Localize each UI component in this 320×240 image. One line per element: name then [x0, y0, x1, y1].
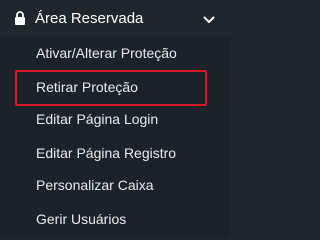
submenu-item-label: Retirar Proteção — [36, 79, 138, 95]
chevron-down-icon[interactable] — [203, 12, 215, 23]
submenu-item-retirar-protecao[interactable]: Retirar Proteção — [0, 72, 230, 104]
sidebar-panel: Área Reservada Ativar/Alterar Proteção R… — [0, 0, 230, 237]
submenu-item-label: Editar Página Login — [36, 111, 159, 127]
submenu-item-editar-pagina-registro[interactable]: Editar Página Registro — [0, 138, 230, 170]
submenu-item-label: Gerir Usuários — [36, 211, 127, 227]
submenu-item-gerir-usuarios[interactable]: Gerir Usuários — [0, 204, 230, 236]
section-title: Área Reservada — [35, 10, 144, 27]
submenu-item-editar-pagina-login[interactable]: Editar Página Login — [0, 104, 230, 136]
submenu: Ativar/Alterar Proteção Retirar Proteção… — [0, 38, 230, 237]
submenu-item-personalizar-caixa[interactable]: Personalizar Caixa — [0, 170, 230, 202]
submenu-item-label: Ativar/Alterar Proteção — [36, 45, 177, 61]
submenu-item-label: Editar Página Registro — [36, 145, 177, 161]
area-reservada-header[interactable]: Área Reservada — [0, 0, 230, 38]
lock-icon — [14, 11, 26, 25]
submenu-item-ativar-alterar-protecao[interactable]: Ativar/Alterar Proteção — [0, 38, 230, 70]
submenu-item-label: Personalizar Caixa — [36, 177, 154, 193]
